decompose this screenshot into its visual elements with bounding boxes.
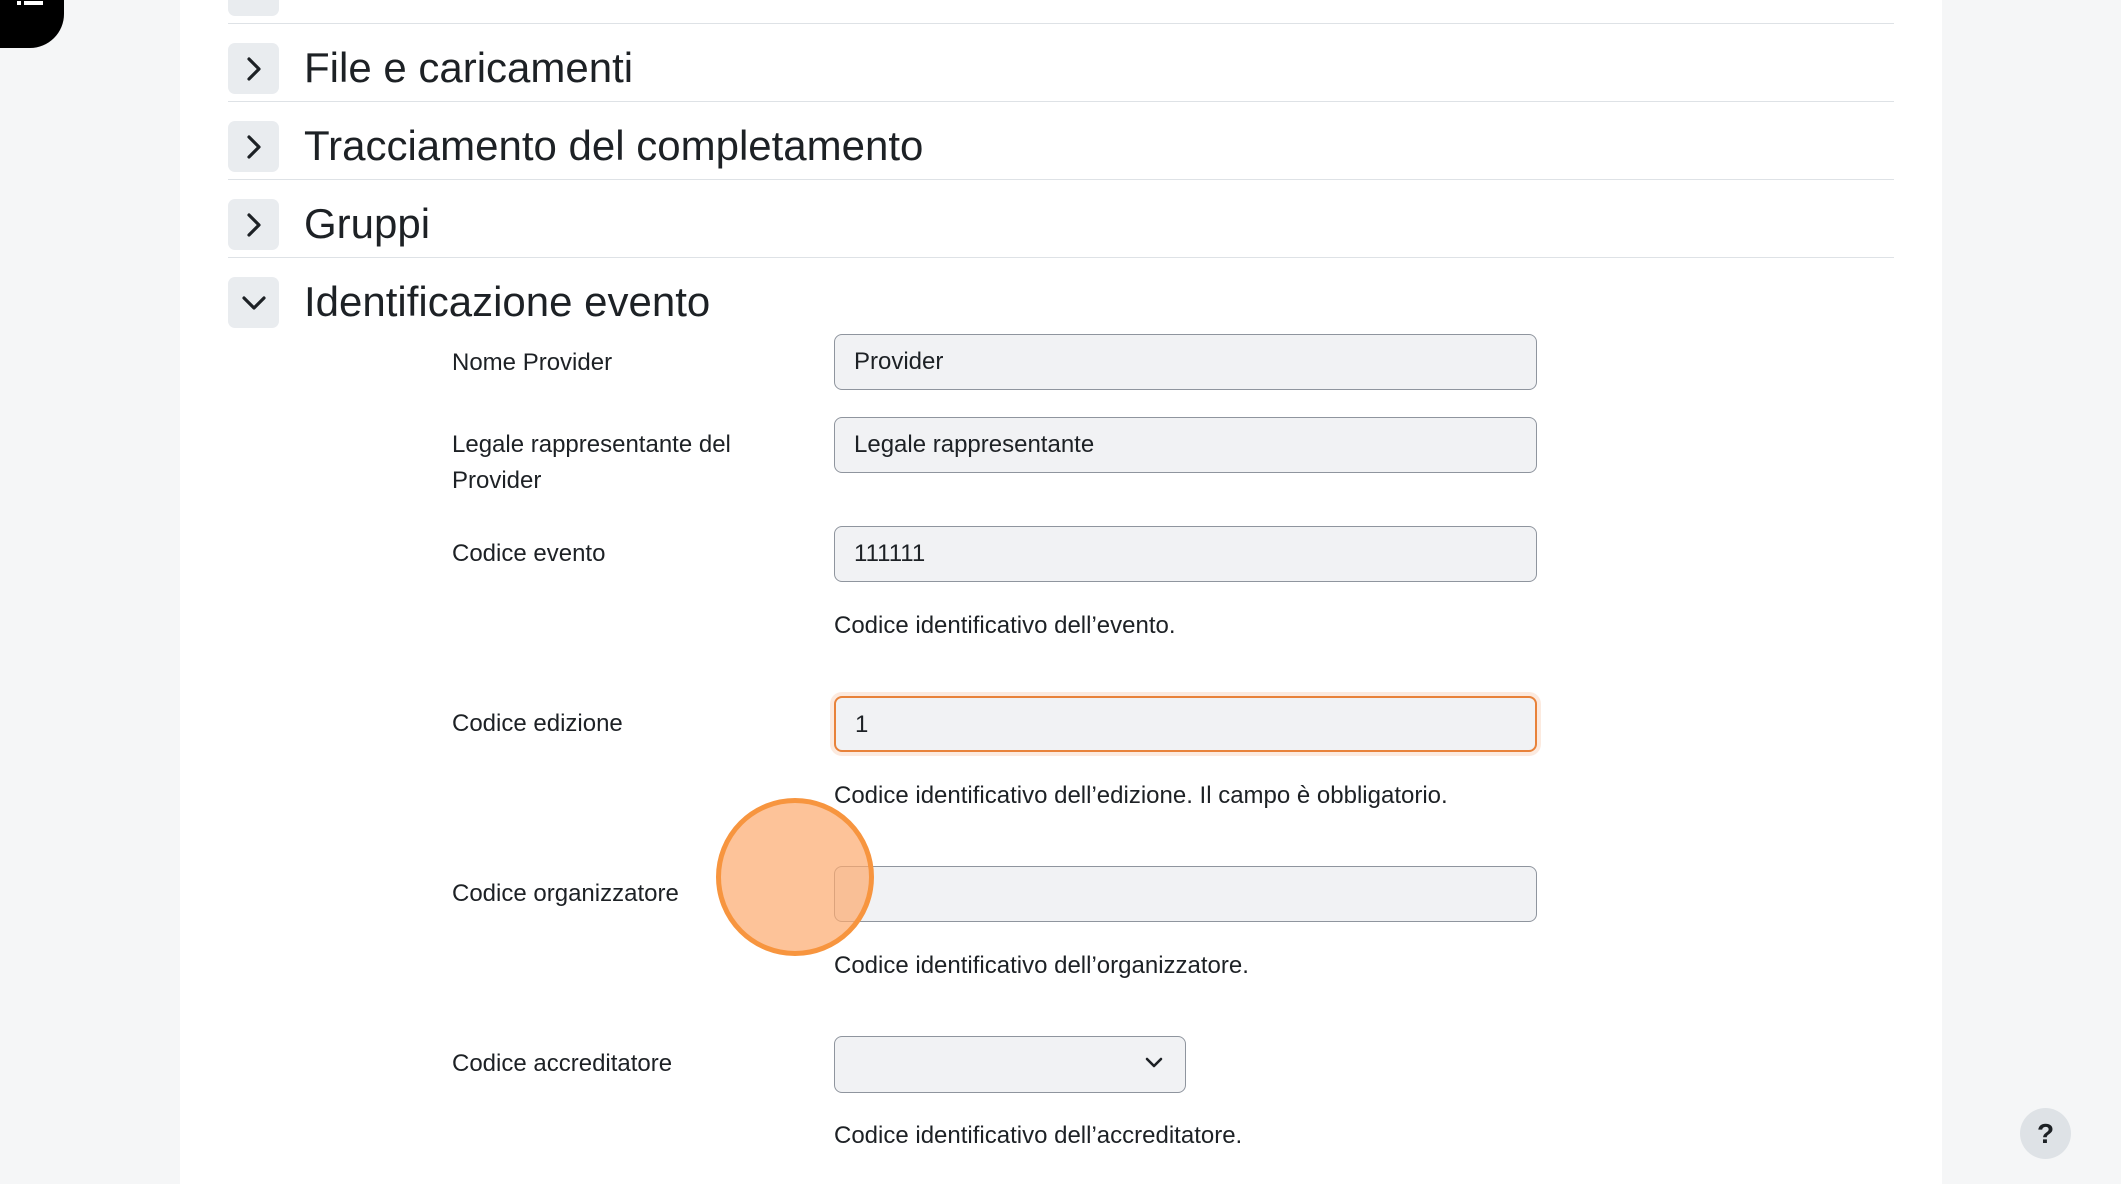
section-toggle-gruppi[interactable] <box>228 199 279 250</box>
codice-organizzatore-input[interactable] <box>834 866 1537 922</box>
section-previous <box>228 0 1894 24</box>
section-title[interactable]: Tracciamento del completamento <box>304 120 923 172</box>
chevron-right-icon <box>246 212 261 237</box>
section-tracciamento: Tracciamento del completamento <box>228 101 1894 180</box>
help-button[interactable]: ? <box>2020 1108 2071 1159</box>
section-title[interactable]: Identificazione evento <box>304 276 710 328</box>
codice-evento-help: Codice identificativo dell’evento. <box>834 612 1176 639</box>
nome-provider-label: Nome Provider <box>452 349 613 376</box>
section-file-caricamenti: File e caricamenti <box>228 23 1894 102</box>
main-content: File e caricamenti Tracciamento del comp… <box>180 0 1942 1184</box>
click-indicator <box>716 798 874 956</box>
section-gruppi: Gruppi <box>228 179 1894 258</box>
codice-evento-label: Codice evento <box>452 540 606 567</box>
course-index-toggle[interactable] <box>0 0 64 48</box>
section-toggle-identificazione[interactable] <box>228 277 279 328</box>
codice-edizione-input[interactable]: 1 <box>834 696 1537 752</box>
section-toggle-previous[interactable] <box>228 0 279 16</box>
codice-accreditatore-label: Codice accreditatore <box>452 1050 673 1077</box>
section-title[interactable]: File e caricamenti <box>304 42 633 94</box>
section-toggle-tracciamento[interactable] <box>228 121 279 172</box>
legale-rappresentante-input[interactable]: Legale rappresentante <box>834 417 1537 473</box>
nome-provider-input[interactable]: Provider <box>834 334 1537 390</box>
codice-organizzatore-help: Codice identificativo dell’organizzatore… <box>834 952 1249 979</box>
codice-edizione-help: Codice identificativo dell’edizione. Il … <box>834 782 1448 809</box>
list-icon <box>17 1 43 5</box>
codice-evento-input[interactable]: 111111 <box>834 526 1537 582</box>
section-toggle-file-caricamenti[interactable] <box>228 43 279 94</box>
chevron-right-icon <box>246 134 261 159</box>
chevron-right-icon <box>246 56 261 81</box>
codice-accreditatore-select[interactable] <box>834 1036 1186 1093</box>
legale-rappresentante-label: Legale rappresentante del Provider <box>452 431 731 494</box>
section-title[interactable]: Gruppi <box>304 198 430 250</box>
chevron-down-icon <box>1145 1057 1163 1068</box>
codice-edizione-label: Codice edizione <box>452 710 623 737</box>
codice-accreditatore-help: Codice identificativo dell’accreditatore… <box>834 1122 1243 1149</box>
section-identificazione-evento: Identificazione evento <box>228 257 1894 335</box>
chevron-down-icon <box>241 295 266 310</box>
